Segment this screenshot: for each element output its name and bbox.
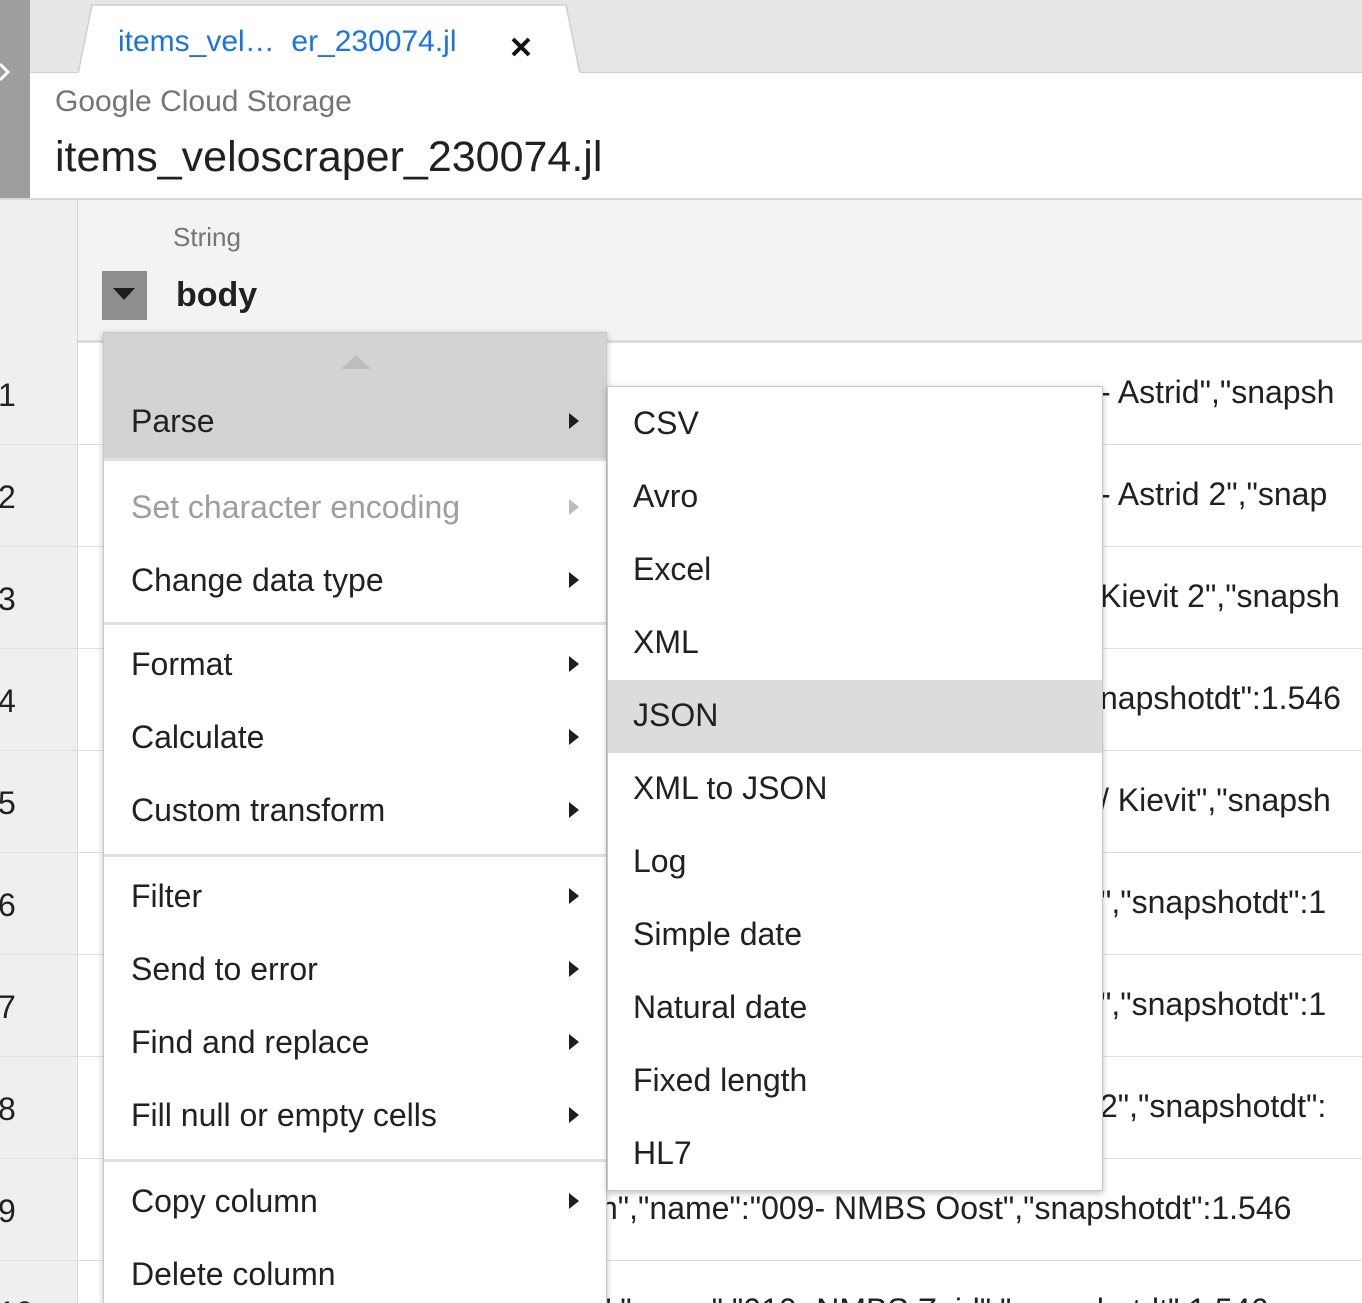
caret-right-icon	[569, 961, 579, 977]
parse-option-log[interactable]: Log	[608, 826, 1102, 899]
menu-item-label: Set character encoding	[131, 489, 461, 525]
row-number: 1	[0, 377, 16, 413]
menu-item-label: Parse	[131, 403, 215, 439]
parse-option-xml-to-json[interactable]: XML to JSON	[608, 753, 1102, 826]
menu-item-label: Copy column	[131, 1183, 318, 1219]
tab-title[interactable]: items_vel… er_230074.jl	[118, 25, 457, 59]
menu-item-fill-null-or-empty-cells[interactable]: Fill null or empty cells	[104, 1079, 606, 1152]
row-number: 4	[0, 683, 16, 719]
menu-item-label: Fill null or empty cells	[131, 1097, 437, 1133]
menu-item-label: Custom transform	[131, 792, 386, 828]
table-cell[interactable]: - Astrid","snapsh	[1100, 374, 1334, 411]
column-context-menu: Parse Set character encoding Change data t…	[103, 332, 607, 1303]
row-number: 6	[0, 887, 16, 923]
menu-item-send-to-error[interactable]: Send to error	[104, 933, 606, 1006]
parse-option-label: Natural date	[633, 989, 808, 1025]
menu-separator	[104, 1159, 606, 1162]
caret-down-icon	[113, 288, 135, 300]
parse-option-csv[interactable]: CSV	[608, 388, 1102, 461]
table-cell[interactable]: / Kievit","snapsh	[1100, 782, 1331, 819]
menu-item-find-and-replace[interactable]: Find and replace	[104, 1006, 606, 1079]
row-number: 3	[0, 581, 16, 617]
page-header: Google Cloud Storage items_veloscraper_2…	[30, 73, 1362, 198]
caret-up-icon	[341, 355, 371, 369]
caret-right-icon	[569, 802, 579, 818]
menu-item-label: Filter	[131, 878, 203, 914]
table-cell[interactable]: ","snapshotdt":1	[1100, 884, 1326, 921]
row-number: 9	[0, 1193, 16, 1229]
caret-right-icon	[569, 413, 579, 429]
menu-item-custom-transform[interactable]: Custom transform	[104, 774, 606, 847]
parse-option-label: JSON	[633, 697, 719, 733]
table-cell[interactable]: n","name":"009- NMBS Oost","snapshotdt":…	[600, 1190, 1291, 1227]
table-cell[interactable]: napshotdt":1.546	[1100, 680, 1341, 717]
menu-item-label: Format	[131, 646, 233, 682]
parse-option-xml[interactable]: XML	[608, 607, 1102, 680]
caret-right-icon	[569, 1034, 579, 1050]
menu-item-label: Change data type	[131, 562, 384, 598]
column-name[interactable]: body	[176, 276, 257, 315]
page-title: items_veloscraper_230074.jl	[55, 133, 603, 181]
column-menu-button[interactable]	[102, 271, 147, 320]
menu-scroll-up[interactable]	[104, 333, 606, 385]
table-cell[interactable]: - Astrid 2","snap	[1100, 476, 1327, 513]
chevron-right-icon	[0, 62, 10, 82]
menu-item-label: Delete column	[131, 1256, 336, 1292]
parse-option-json[interactable]: JSON	[608, 680, 1102, 753]
caret-right-icon	[569, 729, 579, 745]
row-number: 5	[0, 785, 16, 821]
caret-right-icon	[569, 656, 579, 672]
parse-submenu: CSV Avro Excel XML JSON XML to JSON Log Simple …	[607, 386, 1103, 1191]
caret-right-icon	[569, 499, 579, 515]
parse-option-label: HL7	[633, 1135, 692, 1171]
menu-item-parse[interactable]: Parse	[104, 385, 606, 458]
parse-option-label: Log	[633, 843, 687, 879]
caret-right-icon	[569, 1107, 579, 1123]
column-header: String body	[0, 200, 1362, 343]
menu-separator	[104, 458, 606, 461]
menu-item-delete-column[interactable]: Delete column	[104, 1238, 606, 1303]
parse-option-natural-date[interactable]: Natural date	[608, 972, 1102, 1045]
row-number: 7	[0, 989, 16, 1025]
parse-option-label: Simple date	[633, 916, 802, 952]
tab-bar: items_vel… er_230074.jl	[30, 0, 1362, 74]
caret-right-icon	[569, 888, 579, 904]
menu-item-copy-column[interactable]: Copy column	[104, 1165, 606, 1238]
sidebar-toggle[interactable]	[0, 0, 30, 198]
caret-right-icon	[569, 572, 579, 588]
parse-option-fixed-length[interactable]: Fixed length	[608, 1045, 1102, 1118]
parse-option-label: Fixed length	[633, 1062, 808, 1098]
menu-separator	[104, 622, 606, 625]
menu-item-label: Send to error	[131, 951, 318, 987]
menu-item-format[interactable]: Format	[104, 628, 606, 701]
menu-item-label: Find and replace	[131, 1024, 370, 1060]
parse-option-hl7[interactable]: HL7	[608, 1118, 1102, 1191]
dataprep-window: items_vel… er_230074.jl Google Cloud Sto…	[0, 0, 1362, 1303]
column-type: String	[173, 222, 241, 252]
table-cell[interactable]: 2","snapshotdt":	[1100, 1088, 1326, 1125]
parse-option-simple-date[interactable]: Simple date	[608, 899, 1102, 972]
parse-option-avro[interactable]: Avro	[608, 461, 1102, 534]
caret-right-icon	[569, 1193, 579, 1209]
row-number: 2	[0, 479, 16, 515]
source-label: Google Cloud Storage	[55, 85, 352, 118]
parse-option-label: XML	[633, 624, 699, 660]
table-cell[interactable]: ","snapshotdt":1	[1100, 986, 1326, 1023]
parse-option-label: Avro	[633, 478, 699, 514]
close-icon[interactable]	[508, 34, 534, 60]
menu-item-change-data-type[interactable]: Change data type	[104, 544, 606, 617]
row-number: 10	[0, 1295, 34, 1303]
parse-option-label: CSV	[633, 405, 699, 441]
table-cell[interactable]: Kievit 2","snapsh	[1100, 578, 1340, 615]
menu-item-calculate[interactable]: Calculate	[104, 701, 606, 774]
menu-item-filter[interactable]: Filter	[104, 860, 606, 933]
menu-item-label: Calculate	[131, 719, 265, 755]
table-cell[interactable]: ","name":"010- NMBS Zuid","snapshotdt":1…	[600, 1292, 1268, 1303]
menu-separator	[104, 854, 606, 857]
parse-option-excel[interactable]: Excel	[608, 534, 1102, 607]
row-number: 8	[0, 1091, 16, 1127]
menu-item-set-character-encoding: Set character encoding	[104, 471, 606, 544]
parse-option-label: Excel	[633, 551, 712, 587]
parse-option-label: XML to JSON	[633, 770, 828, 806]
